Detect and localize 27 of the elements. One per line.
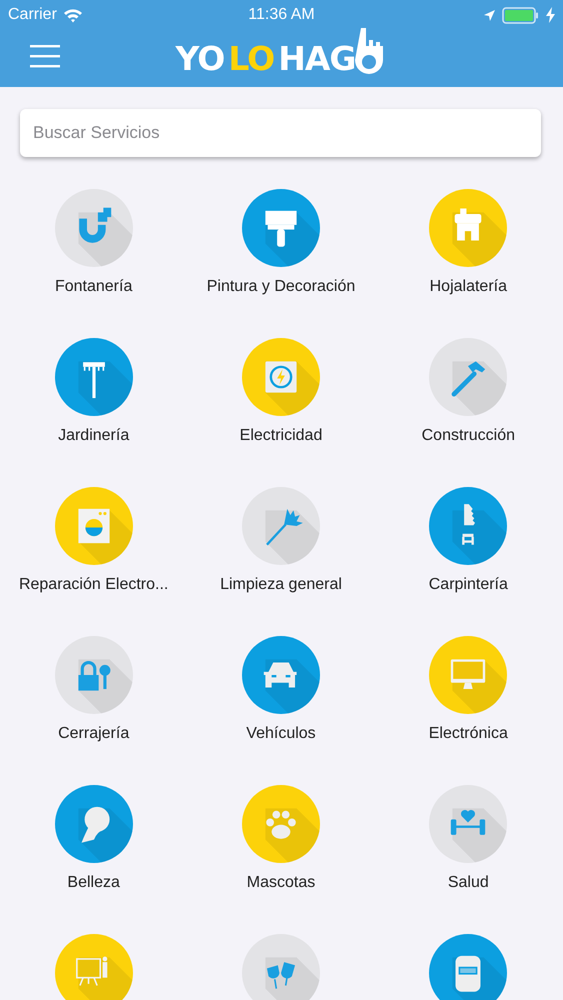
service-label: Fontanería bbox=[54, 278, 132, 296]
service-label: Salud bbox=[448, 874, 489, 892]
menu-button[interactable] bbox=[30, 44, 60, 68]
service-label: Mascotas bbox=[246, 874, 316, 892]
menu-icon bbox=[30, 44, 60, 68]
service-label: Carpintería bbox=[428, 576, 508, 594]
service-label: Jardinería bbox=[58, 427, 130, 445]
location-arrow-icon bbox=[483, 8, 496, 22]
service-label: Limpieza general bbox=[220, 576, 342, 594]
service-label: Electricidad bbox=[240, 427, 322, 445]
wifi-icon bbox=[62, 8, 83, 22]
service-label: Belleza bbox=[67, 874, 120, 892]
service-label: Electrónica bbox=[428, 725, 508, 743]
service-label: Hojalatería bbox=[430, 278, 507, 296]
charging-bolt-icon bbox=[546, 7, 555, 23]
logo-text: LO bbox=[228, 42, 274, 75]
battery-icon bbox=[502, 6, 540, 24]
logo-text: HAG bbox=[278, 42, 356, 75]
service-label: Reparación Electro... bbox=[18, 576, 168, 594]
carrier-label: Carrier bbox=[8, 6, 57, 24]
service-label: Cerrajería bbox=[58, 725, 130, 743]
service-label: Vehículos bbox=[246, 725, 316, 743]
search-field[interactable]: Buscar Servicios bbox=[20, 109, 541, 157]
logo-text: YO bbox=[176, 42, 224, 75]
clock-time: 11:36 AM bbox=[248, 6, 315, 24]
service-label: Construcción bbox=[422, 427, 515, 445]
service-label: Pintura y Decoración bbox=[206, 278, 356, 296]
